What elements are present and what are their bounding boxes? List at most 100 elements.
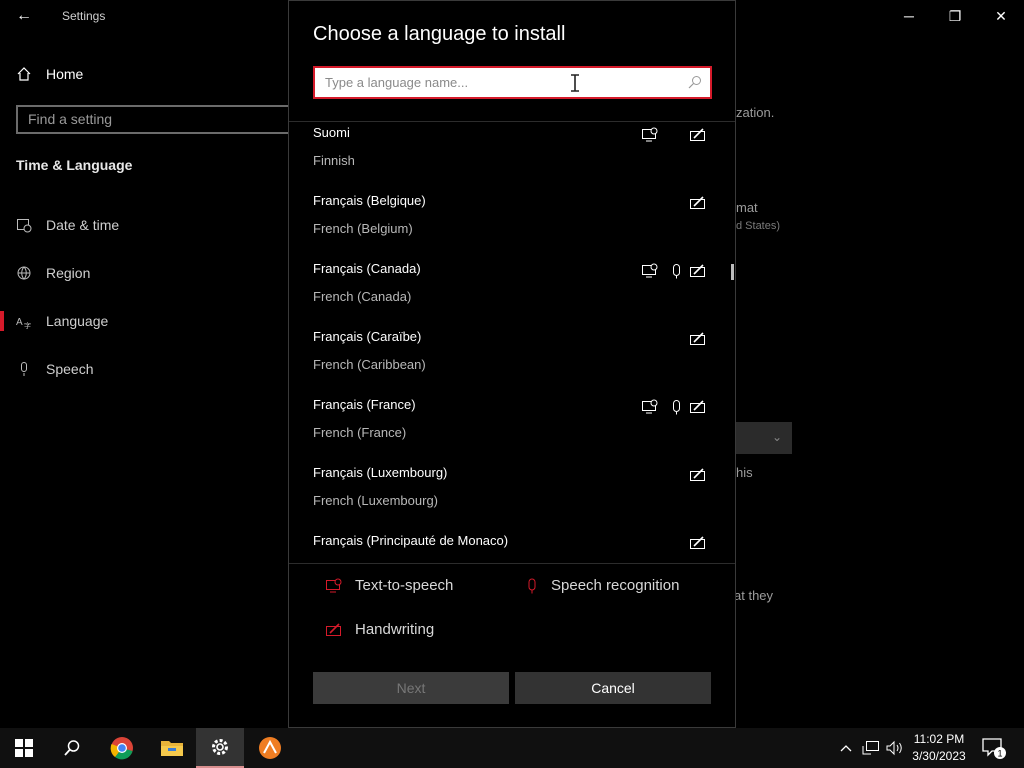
chevron-up-icon	[840, 745, 852, 752]
handwriting-icon	[326, 622, 341, 636]
language-native-name: Français (Caraïbe)	[313, 329, 422, 344]
language-search-input[interactable]	[315, 68, 675, 97]
app-icon	[259, 737, 281, 759]
choose-language-dialog: Choose a language to install Suomi Finni…	[288, 0, 736, 728]
search-icon	[64, 740, 80, 756]
language-native-name: Français (France)	[313, 397, 416, 412]
sidebar-item-region[interactable]: Region	[16, 261, 90, 285]
language-list-item[interactable]: Français (Caraïbe) French (Caribbean)	[289, 326, 735, 394]
desktop-screen: ← Settings ─ ❐ ✕ Home Find a setting Tim…	[0, 0, 1024, 768]
sidebar-home-label: Home	[46, 66, 84, 82]
search-icon	[688, 76, 701, 89]
sidebar-item-date-time[interactable]: Date & time	[16, 213, 119, 237]
language-english-name: French (France)	[313, 425, 407, 440]
taskbar-search-button[interactable]	[48, 728, 96, 768]
home-icon	[17, 67, 31, 81]
show-hidden-icons-button[interactable]	[836, 728, 856, 768]
network-icon	[862, 741, 879, 755]
text-to-speech-icon	[326, 578, 342, 592]
cancel-button[interactable]: Cancel	[515, 672, 711, 704]
sidebar-selection-indicator	[0, 311, 4, 331]
language-list-item[interactable]: Français (Belgique) French (Belgium)	[289, 190, 735, 258]
legend-label: Handwriting	[355, 621, 435, 638]
language-native-name: Suomi	[313, 125, 350, 140]
chevron-down-icon: ⌄	[771, 430, 782, 444]
taskbar-app-button[interactable]	[246, 728, 294, 768]
language-icon: A字	[16, 317, 31, 329]
sidebar-section-title: Time & Language	[16, 157, 133, 173]
list-scrollbar-thumb[interactable]	[731, 264, 734, 280]
legend-divider	[289, 563, 735, 564]
language-english-name: French (Canada)	[313, 289, 412, 304]
background-text: at they	[734, 588, 774, 603]
background-text: mat	[736, 200, 758, 215]
language-native-name: Français (Canada)	[313, 261, 421, 276]
sidebar-item-label: Language	[46, 313, 109, 329]
start-button[interactable]	[0, 728, 48, 768]
language-list-item[interactable]: Français (Luxembourg) French (Luxembourg…	[289, 462, 735, 530]
background-text: d States)	[736, 220, 781, 232]
legend-label: Speech recognition	[551, 577, 680, 594]
legend-speech-recognition: Speech recognition	[525, 577, 679, 594]
language-list-item[interactable]: Français (France) French (France)	[289, 394, 735, 462]
calendar-clock-icon	[17, 219, 32, 233]
close-button[interactable]: ✕	[978, 0, 1024, 32]
minimize-button[interactable]: ─	[886, 0, 932, 32]
language-search-field[interactable]	[313, 66, 712, 99]
background-dropdown: ⌄	[736, 422, 792, 454]
sidebar-item-label: Date & time	[46, 217, 120, 233]
speech-recognition-icon	[528, 578, 536, 593]
notification-icon: 1	[982, 738, 1006, 759]
taskbar-clock[interactable]: 11:02 PM 3/30/2023	[904, 731, 974, 765]
text-to-speech-icon	[642, 263, 658, 278]
language-list-item[interactable]: Français (Principauté de Monaco)	[289, 530, 735, 563]
sidebar-item-label: Speech	[46, 361, 94, 377]
text-to-speech-icon	[642, 399, 658, 414]
sidebar-item-language[interactable]: A字 Language	[16, 309, 108, 333]
handwriting-icon	[690, 196, 705, 209]
legend-handwriting: Handwriting	[325, 621, 434, 638]
taskbar-chrome-button[interactable]	[98, 728, 146, 768]
svg-text:A: A	[16, 317, 23, 328]
folder-icon	[161, 741, 183, 756]
language-native-name: Français (Luxembourg)	[313, 465, 448, 480]
sidebar-item-home[interactable]: Home	[16, 62, 83, 86]
taskbar-file-explorer-button[interactable]	[148, 728, 196, 768]
network-button[interactable]	[860, 728, 882, 768]
language-english-name: Finnish	[313, 153, 355, 168]
windows-logo-icon	[15, 739, 33, 757]
background-text: zation.	[736, 105, 775, 120]
sidebar-item-label: Region	[46, 265, 91, 281]
language-list[interactable]: Suomi Finnish Français (Belgique) French…	[289, 121, 735, 563]
speech-recognition-icon	[673, 264, 680, 279]
handwriting-icon	[690, 264, 705, 277]
svg-text:字: 字	[24, 321, 31, 329]
clock-time: 11:02 PM	[913, 732, 965, 746]
language-english-name: French (Luxembourg)	[313, 493, 438, 508]
app-title: Settings	[62, 9, 106, 23]
gear-icon	[212, 739, 228, 755]
handwriting-icon	[690, 468, 705, 481]
find-setting-input[interactable]: Find a setting	[16, 105, 296, 134]
dialog-title: Choose a language to install	[313, 23, 566, 45]
taskbar-settings-button[interactable]	[196, 728, 244, 768]
legend-text-to-speech: Text-to-speech	[325, 577, 453, 594]
next-button[interactable]: Next	[313, 672, 509, 704]
language-native-name: Français (Principauté de Monaco)	[313, 533, 509, 548]
find-setting-placeholder: Find a setting	[28, 111, 113, 127]
language-native-name: Français (Belgique)	[313, 193, 426, 208]
handwriting-icon	[690, 400, 705, 413]
text-cursor-icon	[571, 74, 579, 92]
language-list-item[interactable]: Suomi Finnish	[289, 122, 735, 190]
taskbar: 11:02 PM 3/30/2023 1	[0, 728, 1024, 768]
back-button[interactable]: ←	[8, 4, 40, 28]
maximize-button[interactable]: ❐	[932, 0, 978, 32]
volume-button[interactable]	[884, 728, 906, 768]
language-list-item[interactable]: Français (Canada) French (Canada)	[289, 258, 735, 326]
action-center-button[interactable]: 1	[980, 734, 1008, 762]
globe-icon	[17, 266, 31, 280]
text-to-speech-icon	[642, 127, 658, 142]
legend-label: Text-to-speech	[355, 577, 454, 594]
sidebar-item-speech[interactable]: Speech	[16, 357, 93, 381]
chrome-icon	[110, 737, 133, 760]
